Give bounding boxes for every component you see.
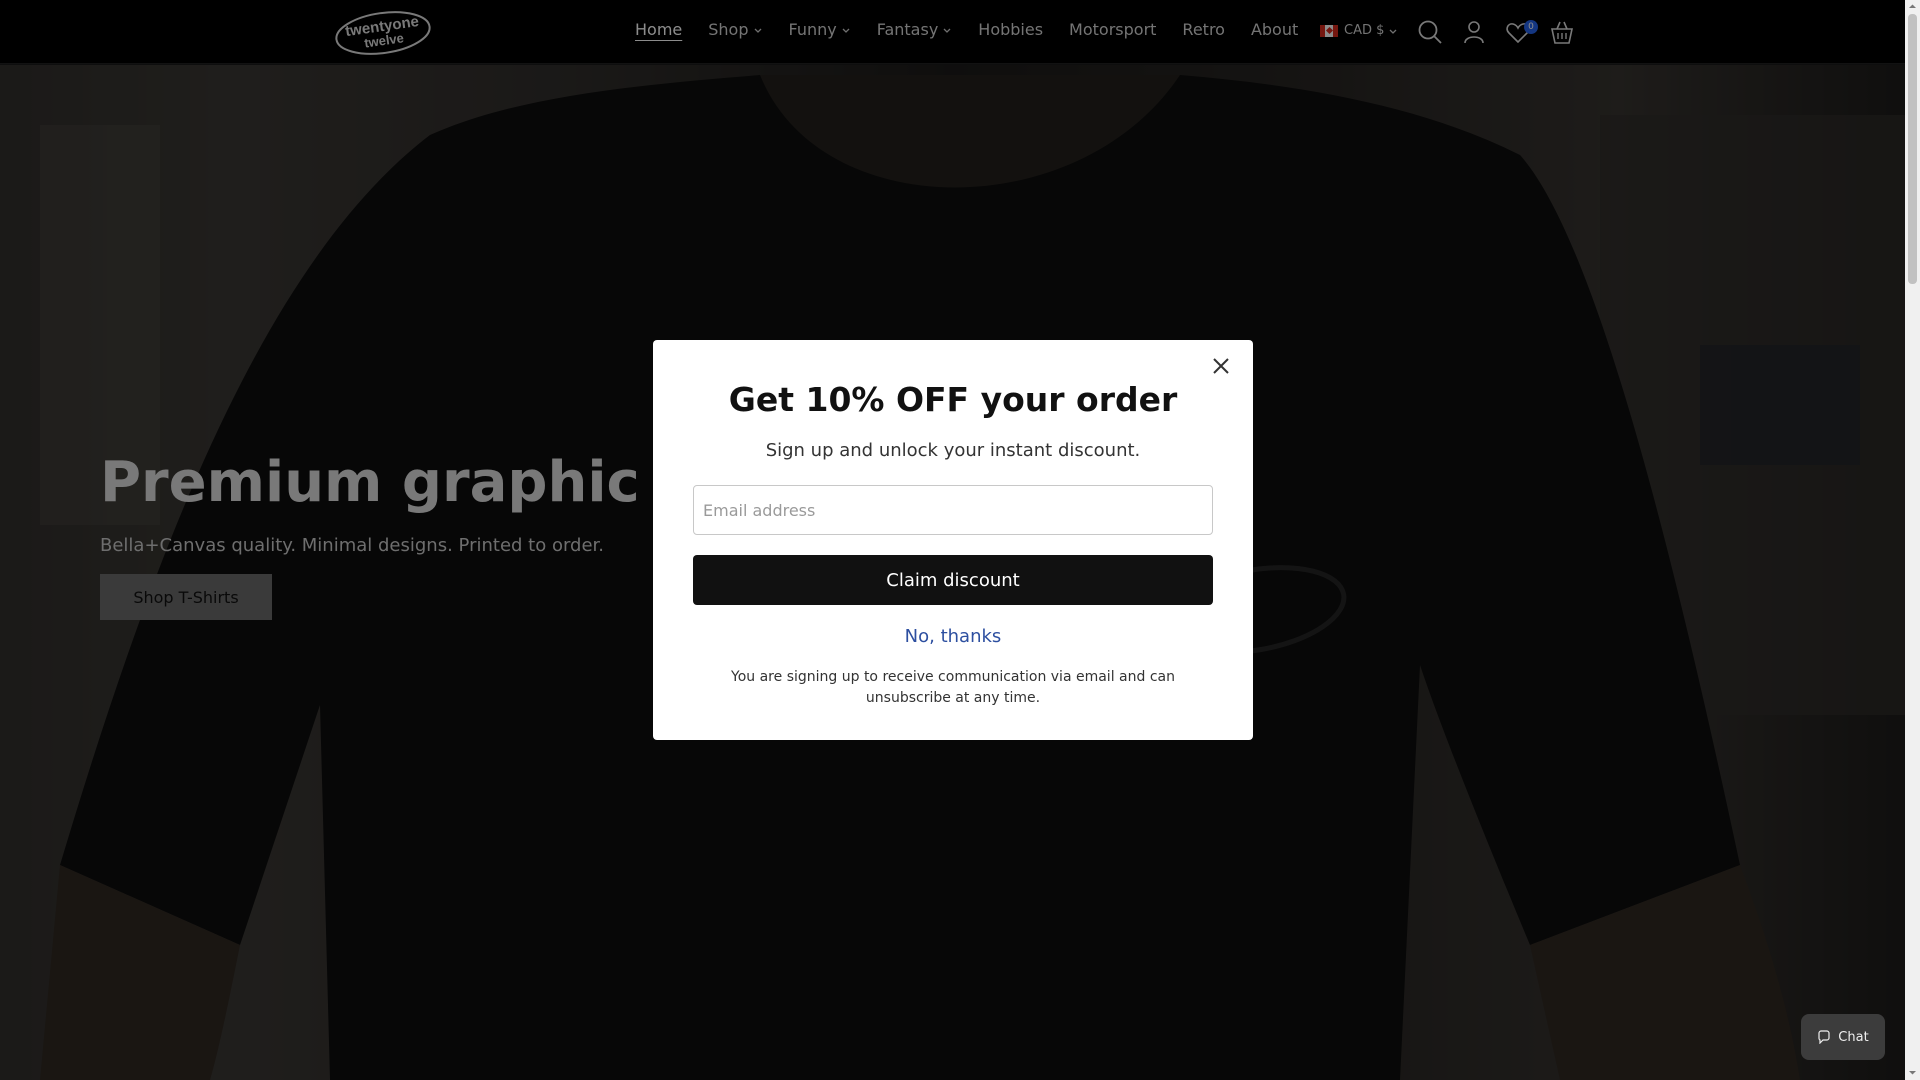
claim-discount-button[interactable]: Claim discount [693, 555, 1213, 605]
popup-disclaimer: You are signing up to receive communicat… [731, 669, 1175, 706]
chat-label: Chat [1838, 1029, 1869, 1045]
popup-title: Get 10% OFF your order [728, 380, 1178, 419]
scrollbar-thumb[interactable] [1908, 14, 1917, 284]
discount-popup: Get 10% OFF your order Sign up and unloc… [653, 340, 1253, 740]
page-scrollbar[interactable] [1905, 0, 1920, 1080]
scroll-down-arrow-icon[interactable] [1908, 1068, 1917, 1077]
chat-bubble-icon [1818, 1030, 1830, 1044]
chat-button[interactable]: Chat [1801, 1014, 1885, 1060]
no-thanks-link[interactable]: No, thanks [653, 626, 1253, 647]
close-icon[interactable] [1207, 352, 1235, 380]
email-field[interactable] [693, 485, 1213, 535]
popup-subtitle: Sign up and unlock your instant discount… [765, 440, 1141, 461]
scroll-up-arrow-icon[interactable] [1908, 2, 1917, 11]
